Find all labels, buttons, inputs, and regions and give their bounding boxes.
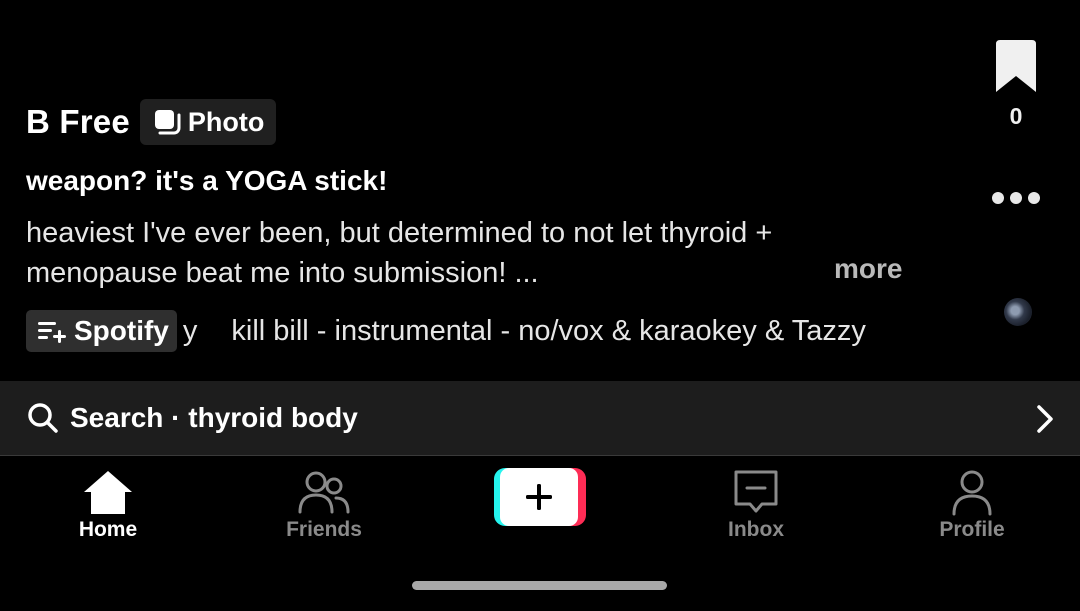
search-icon xyxy=(28,403,58,433)
author-name[interactable]: B Free xyxy=(26,103,130,141)
more-link[interactable]: more xyxy=(834,253,902,285)
photo-badge: Photo xyxy=(139,99,277,145)
author-row: B Free Photo xyxy=(26,99,277,145)
chevron-right-icon[interactable] xyxy=(1034,404,1056,434)
home-icon xyxy=(84,471,132,514)
music-scroll-prefix: y xyxy=(182,314,198,347)
description-line: menopause beat me into submission! ... xyxy=(26,257,539,289)
home-indicator[interactable] xyxy=(412,581,667,590)
bookmark-count: 0 xyxy=(1009,103,1023,129)
search-suggestion-bar[interactable]: Search · thyroid body xyxy=(0,381,1080,456)
friends-icon xyxy=(298,471,350,514)
spotify-button[interactable]: Spotify xyxy=(26,310,177,352)
inbox-icon xyxy=(734,470,778,513)
nav-profile-label: Profile xyxy=(939,518,1005,541)
nav-friends[interactable]: Friends xyxy=(254,468,394,558)
nav-home[interactable]: Home xyxy=(38,468,178,558)
nav-home-label: Home xyxy=(78,518,138,541)
post-description[interactable]: heaviest I've ever been, but determined … xyxy=(26,213,916,293)
search-suggestion-text: Search · thyroid body xyxy=(70,402,358,433)
profile-icon xyxy=(952,470,992,516)
post-title: weapon? it's a YOGA stick! xyxy=(26,165,388,196)
description-line: heaviest I've ever been, but determined … xyxy=(26,217,773,249)
spotify-label: Spotify xyxy=(74,315,169,346)
music-disc-icon[interactable] xyxy=(1004,298,1032,326)
photo-badge-label: Photo xyxy=(187,106,265,137)
nav-inbox-label: Inbox xyxy=(728,518,784,541)
bookmark-icon[interactable] xyxy=(992,40,1040,94)
music-track-title: kill bill - instrumental - no/vox & kara… xyxy=(231,314,866,347)
photo-icon xyxy=(154,110,181,135)
nav-inbox[interactable]: Inbox xyxy=(686,468,826,558)
nav-friends-label: Friends xyxy=(286,518,362,541)
music-row[interactable]: Spotify y kill bill - instrumental - no/… xyxy=(26,308,898,354)
add-to-playlist-icon xyxy=(38,322,66,343)
create-button[interactable] xyxy=(494,468,586,526)
nav-profile[interactable]: Profile xyxy=(902,468,1042,558)
more-dots-icon[interactable] xyxy=(988,186,1044,210)
